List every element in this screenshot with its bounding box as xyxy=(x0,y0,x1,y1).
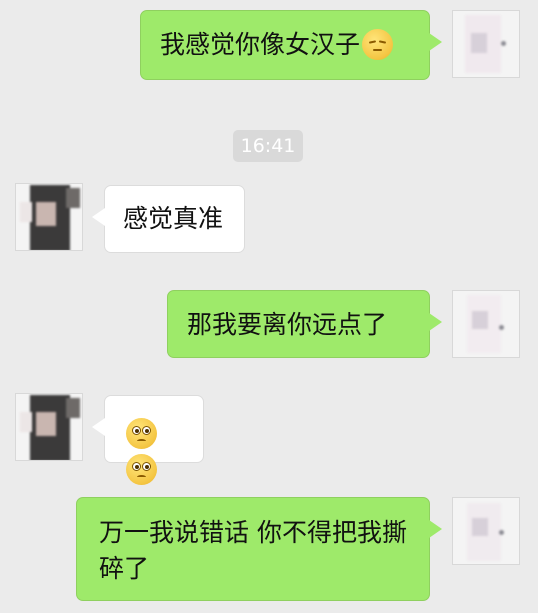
message-text: 感觉真准 xyxy=(123,204,224,233)
message-bubble-outgoing[interactable]: 万一我说错话 你不得把我撕碎了 xyxy=(76,497,442,601)
message-bubble-incoming[interactable] xyxy=(92,395,204,485)
contact-avatar[interactable] xyxy=(15,393,83,461)
message-bubble-incoming[interactable]: 感觉真准 xyxy=(92,185,245,253)
flushed-face-icon xyxy=(126,417,157,449)
self-avatar[interactable] xyxy=(452,497,520,565)
message-text: 那我要离你远点了 xyxy=(187,310,388,339)
contact-avatar[interactable] xyxy=(15,183,83,251)
pensive-face-icon xyxy=(362,28,394,60)
message-bubble-outgoing[interactable]: 那我要离你远点了 xyxy=(167,290,442,358)
chat-view: 我感觉你像女汉子 16:41 感觉真准 那我要离你远点了 万一我说错话 你不得把… xyxy=(0,0,538,613)
message-bubble-outgoing[interactable]: 我感觉你像女汉子 xyxy=(140,10,442,80)
message-text: 万一我说错话 你不得把我撕碎了 xyxy=(99,518,407,583)
message-timestamp: 16:41 xyxy=(233,130,303,162)
message-text: 我感觉你像女汉子 xyxy=(160,30,361,59)
self-avatar[interactable] xyxy=(452,10,520,78)
flushed-face-icon xyxy=(126,453,157,485)
self-avatar[interactable] xyxy=(452,290,520,358)
